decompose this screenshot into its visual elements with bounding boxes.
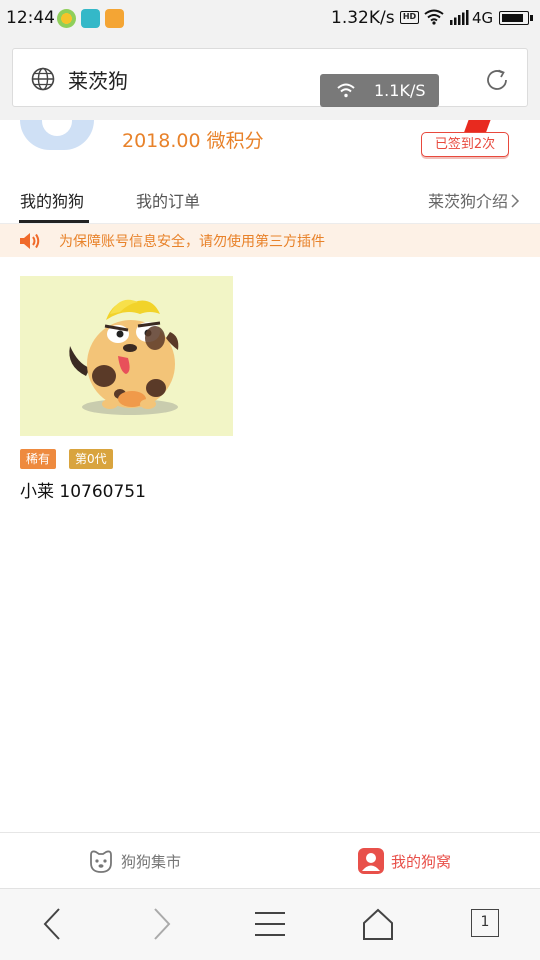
generation-badge: 第0代 (69, 449, 113, 469)
security-notice: 为保障账号信息安全，请勿使用第三方插件 (0, 224, 540, 257)
avatar (20, 120, 94, 150)
status-bar: 12:44 1.32K/s HD 4G (0, 0, 540, 38)
wifi-icon (337, 83, 355, 98)
dog-name: 小莱 10760751 (20, 482, 146, 502)
battery-icon (499, 11, 533, 25)
dog-face-icon (90, 850, 112, 873)
toast-speed: 1.1K/S (374, 81, 426, 100)
status-time: 12:44 (6, 8, 55, 28)
network-type: 4G (472, 9, 494, 27)
battery-level (502, 14, 523, 22)
tab-bar: 我的狗狗 我的订单 莱茨狗介绍 (0, 178, 540, 224)
status-net-speed: 1.32K/s (331, 8, 395, 28)
refresh-icon[interactable] (483, 66, 511, 94)
rarity-badge: 稀有 (20, 449, 57, 469)
checkin-badge[interactable]: 已签到2次 (421, 132, 509, 157)
dog-image (20, 276, 233, 436)
app-notification-icon (57, 9, 76, 28)
forward-icon[interactable] (148, 907, 174, 941)
back-icon[interactable] (40, 907, 66, 941)
notice-text: 为保障账号信息安全，请勿使用第三方插件 (59, 234, 325, 250)
page-title: 莱茨狗 (68, 69, 128, 93)
dog-illustration (69, 299, 179, 415)
tab-intro-label: 莱茨狗介绍 (428, 192, 509, 211)
signal-icon (450, 10, 469, 25)
globe-icon (31, 67, 55, 91)
app-notification-icon (105, 9, 124, 28)
menu-icon[interactable] (254, 907, 286, 941)
points-balance: 2018.00 微积分 (122, 130, 264, 152)
network-speed-toast: 1.1K/S (320, 74, 439, 107)
user-profile-icon (358, 848, 384, 874)
app-bottom-nav: 狗狗集市 我的狗窝 (0, 832, 540, 888)
tab-my-dogs[interactable]: 我的狗狗 (20, 188, 84, 212)
home-icon[interactable] (362, 907, 394, 941)
url-bar[interactable]: 莱茨狗 (12, 48, 528, 107)
browser-url-area: 莱茨狗 1.1K/S (0, 38, 540, 120)
nav-my-kennel-label: 我的狗窝 (391, 853, 452, 871)
browser-toolbar: 1 (0, 888, 540, 960)
speaker-icon (20, 233, 40, 249)
tab-intro[interactable]: 莱茨狗介绍 (428, 188, 520, 212)
dog-card[interactable]: 稀有 第0代 小莱 10760751 (20, 276, 233, 502)
tab-active-indicator (19, 220, 89, 223)
chevron-right-icon (511, 194, 520, 208)
nav-dog-market-label: 狗狗集市 (121, 853, 182, 871)
hd-icon: HD (400, 11, 419, 24)
tabs-count-button[interactable]: 1 (471, 909, 499, 937)
wifi-icon (424, 9, 444, 25)
tab-my-orders[interactable]: 我的订单 (136, 188, 200, 212)
app-notification-icon (81, 9, 100, 28)
